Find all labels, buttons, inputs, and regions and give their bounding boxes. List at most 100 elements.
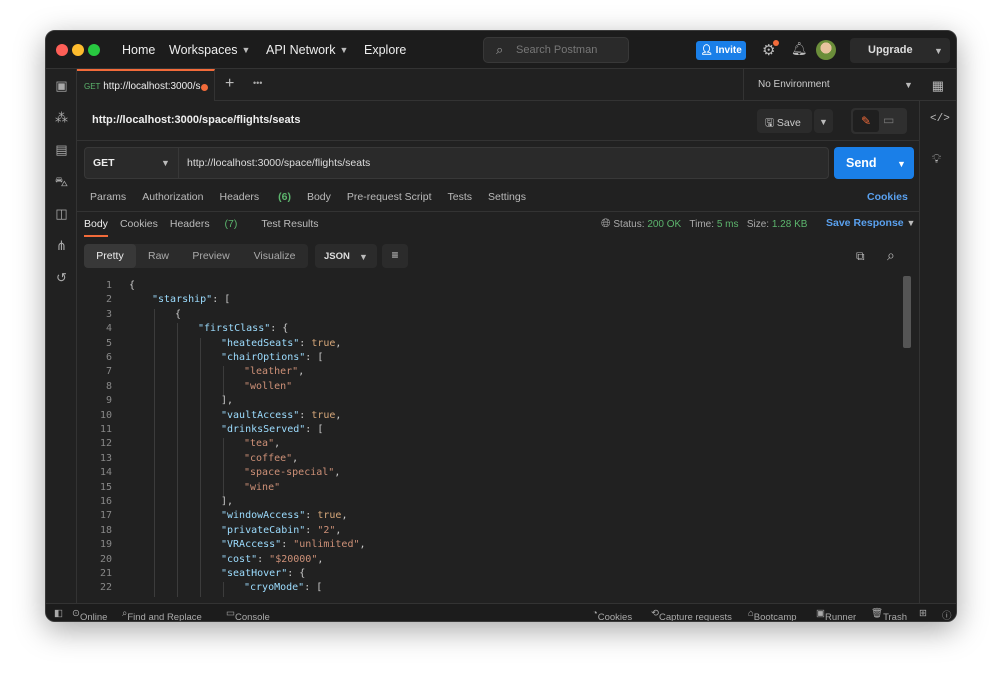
code-snippet-icon[interactable]: </> — [930, 113, 950, 125]
chevron-down-icon: ▼ — [897, 159, 906, 169]
trash-button[interactable]: 🗑︎ Trash — [871, 608, 883, 619]
edit-pencil-icon[interactable]: ✎ — [853, 110, 879, 132]
code-token: "space-special" — [244, 467, 334, 478]
response-body-code[interactable]: 1{2"starship": [3{4"firstClass": {5"heat… — [84, 276, 914, 597]
cookies-button[interactable]: ◔ Cookies — [592, 608, 598, 619]
indent-guide — [200, 366, 201, 380]
environment-select[interactable]: No Environment▼ — [743, 69, 923, 101]
runner-button[interactable]: ▣ Runner — [816, 608, 825, 619]
layout-icon[interactable]: ⊞ — [919, 608, 927, 619]
format-select[interactable]: JSON▼ — [315, 244, 377, 268]
find-replace-button[interactable]: ⌕ Find and Replace — [122, 608, 127, 619]
view-pretty[interactable]: Pretty — [84, 244, 136, 268]
tab-response-headers[interactable]: Headers (7) — [170, 218, 249, 237]
save-response-button[interactable]: Save Response ▼ — [826, 217, 915, 229]
indent-guide — [223, 366, 224, 380]
comments-icon[interactable]: ▭ — [883, 113, 894, 127]
status-value[interactable]: 200 OK — [647, 219, 681, 230]
code-token: : { — [287, 568, 305, 579]
tab-test-results[interactable]: Test Results — [261, 218, 318, 237]
line-number: 17 — [84, 510, 112, 521]
save-button[interactable]: 🖫︎ Save — [757, 109, 812, 133]
flows-icon[interactable]: ⋔ — [54, 238, 69, 253]
tab-response-cookies[interactable]: Cookies — [120, 218, 158, 237]
upgrade-button[interactable]: Upgrade▼ — [850, 38, 950, 63]
code-token: : { — [270, 323, 288, 334]
capture-requests-button[interactable]: ⟲ Capture requests — [651, 608, 659, 619]
save-options-button[interactable]: ▼ — [814, 109, 833, 133]
tab-headers[interactable]: Headers (6) — [219, 191, 290, 203]
tab-pre-request-script[interactable]: Pre-request Script — [347, 191, 432, 203]
code-token: "firstClass" — [198, 323, 270, 334]
collections-icon[interactable]: ▣ — [54, 78, 69, 93]
tab-params[interactable]: Params — [90, 191, 126, 203]
code-line: "privateCabin": "2", — [221, 525, 341, 536]
indent-guide — [200, 482, 201, 496]
cookies-link[interactable]: Cookies — [867, 191, 908, 203]
nav-workspaces[interactable]: Workspaces▼ — [169, 43, 250, 57]
method-select[interactable]: GET▼ — [85, 148, 179, 178]
tab-response-headers-label: Headers — [170, 218, 210, 230]
code-token: ], — [221, 395, 233, 406]
code-line: "heatedSeats": true, — [221, 338, 341, 349]
online-status[interactable]: ⊙ Online — [72, 608, 80, 619]
bell-icon[interactable]: 🔔︎ — [791, 41, 808, 57]
view-visualize[interactable]: Visualize — [241, 244, 308, 268]
tab-response-body[interactable]: Body — [84, 218, 108, 237]
more-tabs-icon[interactable]: ••• — [253, 78, 262, 88]
mock-servers-icon[interactable]: ⛍ — [54, 174, 69, 189]
maximize-window-button[interactable] — [88, 44, 100, 56]
indent-guide — [200, 510, 201, 524]
help-icon[interactable]: ⓘ — [942, 608, 952, 622]
new-tab-plus-icon[interactable]: + — [225, 75, 234, 93]
request-name[interactable]: http://localhost:3000/space/flights/seat… — [92, 114, 300, 126]
nav-explore[interactable]: Explore — [364, 43, 406, 57]
wrap-lines-icon[interactable]: ≡ — [382, 244, 408, 268]
globe-icon[interactable]: 🌐︎ — [601, 216, 611, 230]
apis-icon[interactable]: ⁂ — [54, 110, 69, 125]
view-raw[interactable]: Raw — [136, 244, 181, 268]
close-window-button[interactable] — [56, 44, 68, 56]
invite-button[interactable]: 👤︎ Invite — [696, 41, 746, 60]
indent-guide — [154, 395, 155, 409]
code-line: "wollen" — [244, 381, 292, 392]
tab-settings[interactable]: Settings — [488, 191, 526, 203]
indent-guide — [154, 309, 155, 323]
copy-icon[interactable]: ⧉ — [856, 249, 865, 264]
tab-tests[interactable]: Tests — [448, 191, 473, 203]
view-preview[interactable]: Preview — [181, 244, 241, 268]
code-token: "cryoMode" — [244, 582, 304, 593]
size-value[interactable]: 1.28 KB — [772, 219, 808, 230]
environment-quick-look-icon[interactable]: ▦ — [932, 78, 944, 94]
nav-api-network[interactable]: API Network▼ — [266, 43, 348, 57]
code-line: "starship": [ — [152, 294, 230, 305]
request-tab[interactable]: GET http://localhost:3000/s — [77, 69, 215, 101]
send-button[interactable]: Send▼ — [834, 147, 914, 179]
view-mode-tabs: Pretty Raw Preview Visualize — [84, 244, 308, 268]
console-button[interactable]: ▭ Console — [226, 608, 235, 619]
url-input[interactable]: http://localhost:3000/space/flights/seat… — [187, 157, 370, 169]
code-scrollbar[interactable] — [903, 276, 911, 348]
nav-home-label: Home — [122, 43, 155, 57]
toggle-sidebar-icon[interactable]: ◧ — [54, 608, 63, 619]
bootcamp-button[interactable]: ⌂ Bootcamp — [748, 608, 754, 619]
lightbulb-icon[interactable]: 💡︎ — [932, 151, 941, 167]
code-token: , — [335, 338, 341, 349]
code-token: "$20000" — [269, 554, 317, 565]
indent-guide — [200, 338, 201, 352]
monitors-icon[interactable]: ◫ — [54, 206, 69, 221]
search-input[interactable]: ⌕Search Postman — [483, 37, 629, 63]
history-icon[interactable]: ↺ — [54, 270, 69, 285]
tab-authorization[interactable]: Authorization — [142, 191, 203, 203]
nav-home[interactable]: Home — [122, 43, 155, 57]
tab-body[interactable]: Body — [307, 191, 331, 203]
minimize-window-button[interactable] — [72, 44, 84, 56]
avatar[interactable] — [816, 40, 836, 60]
environments-icon[interactable]: ▤ — [54, 142, 69, 157]
search-response-icon[interactable]: ⌕ — [887, 247, 895, 264]
indent-guide — [200, 582, 201, 596]
nav-workspaces-label: Workspaces — [169, 43, 238, 57]
code-token: , — [298, 366, 304, 377]
indent-guide — [154, 352, 155, 366]
time-value[interactable]: 5 ms — [717, 219, 739, 230]
